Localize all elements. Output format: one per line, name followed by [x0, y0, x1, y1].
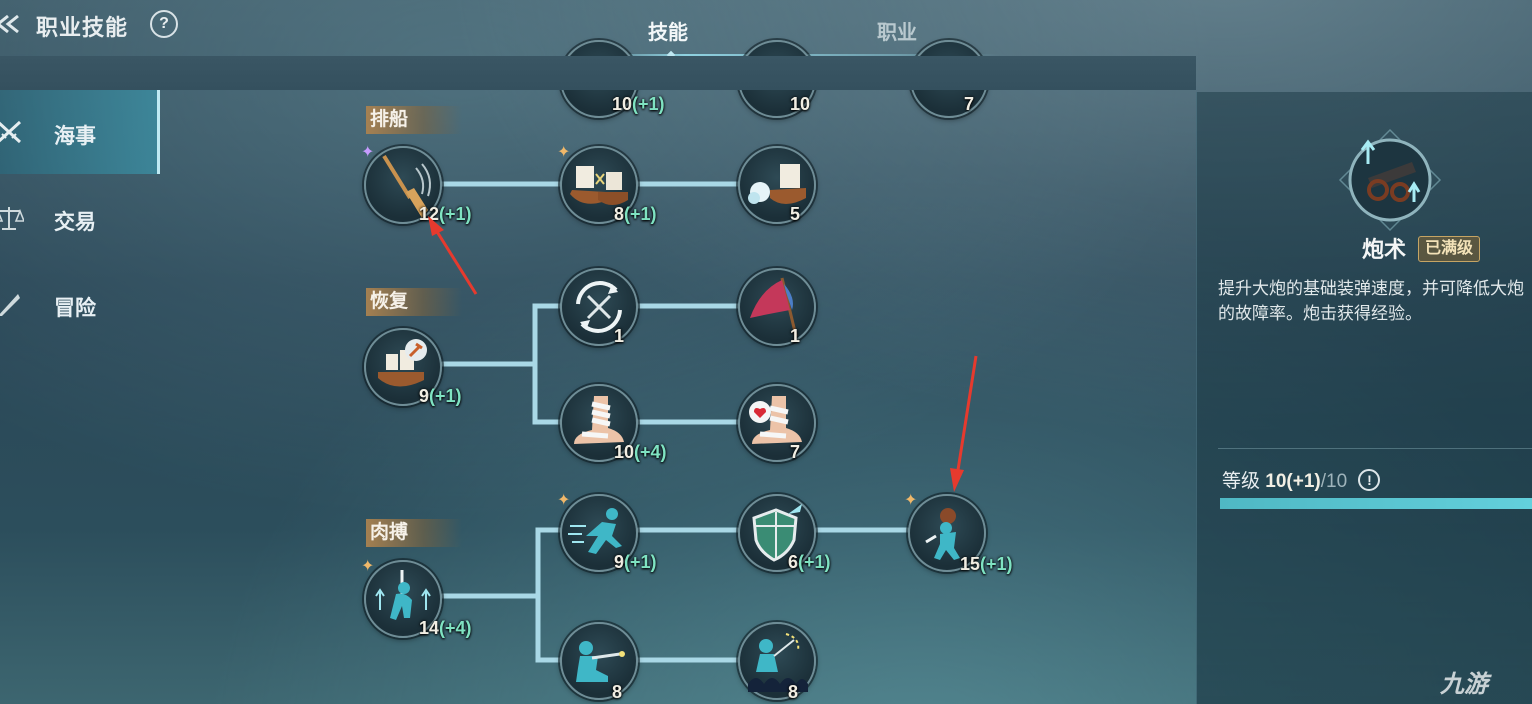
skill-name: 炮术 [1362, 237, 1407, 262]
info-icon[interactable]: ! [1358, 469, 1381, 491]
level-max: /10 [1320, 471, 1348, 492]
level-label: 等级 [1222, 471, 1261, 492]
skill-description: 提升大炮的基础装弹速度，并可降低大炮的故障率。炮击获得经验。 [1218, 279, 1524, 323]
maxed-badge: 已满级 [1418, 236, 1481, 262]
divider [1218, 448, 1532, 449]
watermark: 九游 [1440, 671, 1488, 698]
annotation-arrows [428, 216, 978, 492]
level-progress-bar [1220, 498, 1532, 509]
level-row: 等级 10(+1)/10 ! [1222, 466, 1381, 493]
level-progress-fill [1220, 498, 1532, 509]
cannon-icon [1338, 128, 1442, 232]
level-current: 10(+1) [1265, 471, 1321, 492]
